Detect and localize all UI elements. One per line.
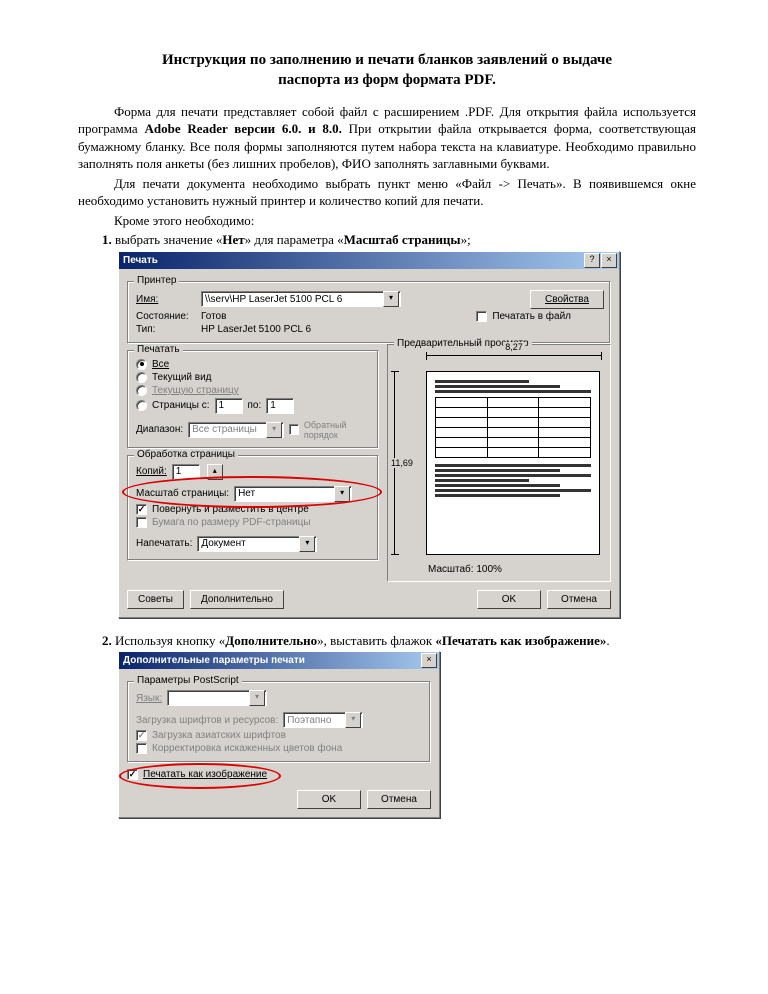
postscript-group: Параметры PostScript Язык: ▾ Загрузка шр… xyxy=(127,681,431,763)
print-to-file-checkbox[interactable] xyxy=(476,311,487,322)
close-icon[interactable]: × xyxy=(421,653,437,668)
help-icon[interactable]: ? xyxy=(584,253,600,268)
preview-pane: Предварительный просмотр 8,27 11,69 Масш… xyxy=(387,344,611,582)
advanced-title: Дополнительные параметры печати xyxy=(121,655,305,666)
paragraph-3: Кроме этого необходимо: xyxy=(78,212,696,230)
advanced-titlebar[interactable]: Дополнительные параметры печати × xyxy=(119,652,439,669)
title-line2: паспорта из форм формата PDF. xyxy=(278,72,496,88)
ruler-vertical: 11,69 xyxy=(394,371,423,555)
asian-fonts-checkbox[interactable] xyxy=(136,730,147,741)
print-titlebar[interactable]: Печать ? × xyxy=(119,252,619,269)
range-view-radio[interactable] xyxy=(136,372,147,383)
pages-to-input[interactable]: 1 xyxy=(266,398,294,414)
ok-button[interactable]: OK xyxy=(297,790,361,809)
rotate-center-checkbox[interactable] xyxy=(136,504,147,515)
color-correct-checkbox[interactable] xyxy=(136,743,147,754)
font-download-select[interactable]: Поэтапно▾ xyxy=(283,712,363,728)
cancel-button[interactable]: Отмена xyxy=(367,790,431,809)
range-pages-radio[interactable] xyxy=(136,400,147,411)
preview-zoom-label: Масштаб: 100% xyxy=(428,564,502,575)
close-icon[interactable]: × xyxy=(601,253,617,268)
ok-button[interactable]: OK xyxy=(477,590,541,609)
document-page: Инструкция по заполнению и печати бланко… xyxy=(0,0,768,994)
copies-input[interactable]: 1 xyxy=(172,464,200,480)
paragraph-2: Для печати документа необходимо выбрать … xyxy=(78,175,696,210)
advanced-button[interactable]: Дополнительно xyxy=(190,590,284,609)
chevron-down-icon: ▾ xyxy=(334,486,350,502)
range-all-radio[interactable] xyxy=(136,359,147,370)
pages-from-input[interactable]: 1 xyxy=(215,398,243,414)
chevron-down-icon: ▾ xyxy=(266,422,282,438)
paragraph-1: Форма для печати представляет собой файл… xyxy=(78,103,696,173)
name-label: Имя: xyxy=(136,294,196,305)
chevron-down-icon: ▾ xyxy=(383,291,399,307)
printer-group: Принтер Имя: \\serv\HP LaserJet 5100 PCL… xyxy=(127,281,611,344)
chevron-down-icon: ▾ xyxy=(249,690,265,706)
subset-select[interactable]: Все страницы ▾ xyxy=(188,422,284,438)
page-handling-group: Обработка страницы Копий: 1 ▴ Масштаб ст… xyxy=(127,455,379,561)
ruler-horizontal: 8,27 xyxy=(426,355,602,370)
print-what-select[interactable]: Документ ▾ xyxy=(197,536,317,552)
list-item-2: 2. Используя кнопку «Дополнительно», выс… xyxy=(78,632,696,650)
print-as-image-checkbox[interactable] xyxy=(127,769,138,780)
cancel-button[interactable]: Отмена xyxy=(547,590,611,609)
list-item-1: 1. выбрать значение «Нет» для параметра … xyxy=(78,231,696,249)
print-dialog: Печать ? × Принтер Имя: \\serv\HP LaserJ… xyxy=(118,251,620,618)
chevron-down-icon: ▾ xyxy=(299,536,315,552)
print-range-group: Печатать Все Текущий вид Текущую страниц… xyxy=(127,350,379,449)
range-curpage-radio[interactable] xyxy=(136,385,147,396)
print-title: Печать xyxy=(121,255,158,266)
reverse-checkbox[interactable] xyxy=(289,424,299,435)
printer-name-select[interactable]: \\serv\HP LaserJet 5100 PCL 6 ▾ xyxy=(201,291,401,307)
paper-size-checkbox[interactable] xyxy=(136,517,147,528)
spinner-icon[interactable]: ▴ xyxy=(207,464,223,480)
page-scaling-select[interactable]: Нет ▾ xyxy=(234,486,352,502)
tips-button[interactable]: Советы xyxy=(127,590,184,609)
doc-title: Инструкция по заполнению и печати бланко… xyxy=(78,50,696,91)
language-select[interactable]: ▾ xyxy=(167,690,267,706)
advanced-dialog: Дополнительные параметры печати × Параме… xyxy=(118,651,440,818)
title-line1: Инструкция по заполнению и печати бланко… xyxy=(162,52,612,68)
properties-button[interactable]: Свойства xyxy=(530,290,604,309)
preview-page xyxy=(426,371,600,555)
chevron-down-icon: ▾ xyxy=(345,712,361,728)
